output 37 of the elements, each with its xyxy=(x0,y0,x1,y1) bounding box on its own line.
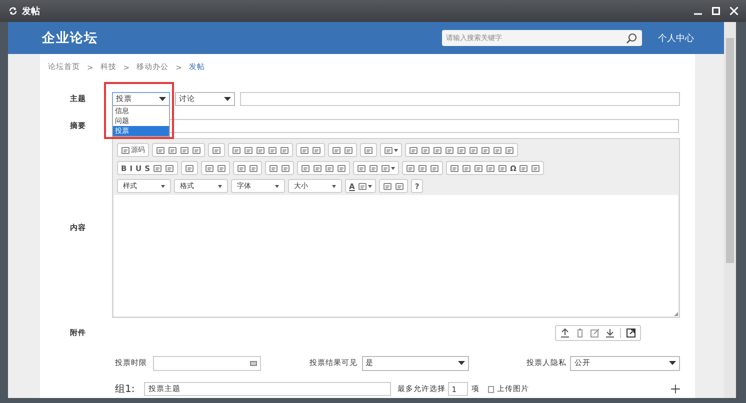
site-logo[interactable]: 企业论坛 xyxy=(42,29,442,47)
resize-icon[interactable] xyxy=(674,312,678,316)
add-icon[interactable] xyxy=(671,384,680,394)
toolbar-button[interactable] xyxy=(383,144,399,156)
caret-icon xyxy=(161,184,165,188)
deadline-input[interactable] xyxy=(153,356,261,370)
refresh-icon[interactable] xyxy=(8,6,18,16)
toolbar-icon[interactable] xyxy=(381,164,390,172)
caret-icon xyxy=(275,184,279,188)
upload-icon[interactable] xyxy=(560,328,570,338)
caret-icon xyxy=(394,148,398,152)
group-label: 组1: xyxy=(115,383,136,396)
trash-icon[interactable] xyxy=(575,328,585,338)
window-title: 发帖 xyxy=(22,5,41,18)
upload-checkbox[interactable] xyxy=(488,386,494,392)
caret-icon xyxy=(391,166,396,170)
caret-icon xyxy=(159,97,166,101)
maximize-icon[interactable] xyxy=(712,7,720,15)
external-link-icon[interactable] xyxy=(626,328,636,338)
scrollbar[interactable] xyxy=(724,22,736,398)
caret-icon xyxy=(224,97,231,101)
caret-icon xyxy=(458,361,466,365)
toolbar-icon[interactable] xyxy=(121,146,130,154)
user-center-link[interactable]: 个人中心 xyxy=(658,32,694,44)
caret-icon xyxy=(218,184,222,188)
search-icon[interactable] xyxy=(626,33,637,44)
toolbar-icon[interactable] xyxy=(358,182,367,190)
caret-icon xyxy=(332,184,336,188)
edit-icon[interactable] xyxy=(590,328,600,338)
toolbar-icon[interactable] xyxy=(384,146,393,154)
close-icon[interactable] xyxy=(730,7,738,15)
caret-icon xyxy=(368,184,372,188)
caret-icon xyxy=(669,361,676,365)
download-icon[interactable] xyxy=(605,328,615,338)
toolbar-button[interactable] xyxy=(380,162,396,174)
toolbar-button[interactable] xyxy=(356,180,373,192)
title-input[interactable] xyxy=(240,92,680,106)
